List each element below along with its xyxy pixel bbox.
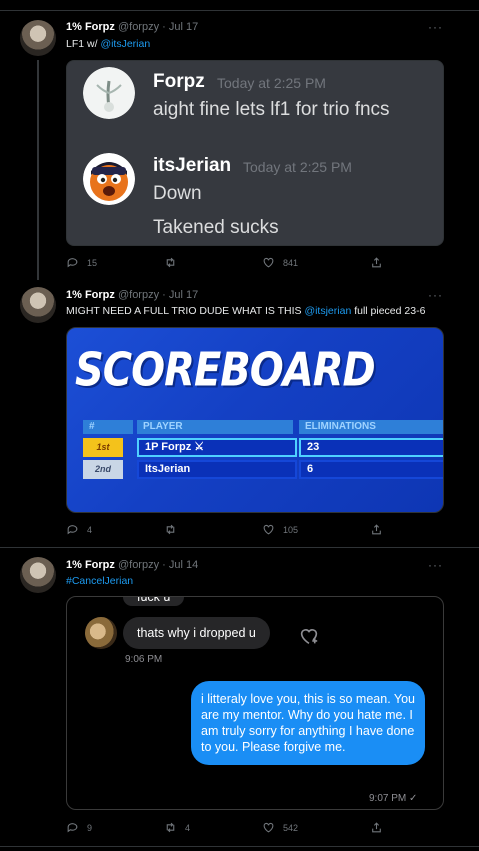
- display-name[interactable]: 1% Forpz: [66, 289, 115, 301]
- message-text: aight fine lets lf1 for trio fncs: [153, 99, 390, 120]
- tweet-header: 1% Forpz @forpzy · Jul 17: [66, 289, 198, 301]
- rank-badge: 1st: [83, 438, 123, 457]
- separator: ·: [162, 559, 166, 571]
- reply-icon: [67, 525, 78, 535]
- like-button[interactable]: 841: [262, 256, 298, 269]
- retweet-count: 4: [185, 822, 191, 833]
- message-author: Forpz: [153, 71, 205, 92]
- tweet-actions: 4 105: [66, 523, 406, 537]
- tweet-header: 1% Forpz @forpzy · Jul 17: [66, 21, 198, 33]
- tweet-divider: [0, 547, 479, 548]
- reply-count: 9: [87, 822, 93, 833]
- share-button[interactable]: [370, 523, 383, 536]
- share-button[interactable]: [370, 256, 383, 269]
- player-name: 1P Forpz ⚔: [137, 438, 297, 457]
- like-button[interactable]: 542: [262, 821, 298, 834]
- more-dots-icon[interactable]: ···: [428, 558, 443, 572]
- message-author: itsJerian: [153, 155, 232, 176]
- heart-icon: [263, 257, 274, 268]
- forpz-discord-avatar: [83, 67, 135, 119]
- display-name[interactable]: 1% Forpz: [66, 559, 115, 571]
- separator: ·: [162, 289, 166, 301]
- tweet-date[interactable]: Jul 17: [169, 21, 198, 33]
- discord-screenshot[interactable]: Forpz Today at 2:25 PM aight fine lets l…: [66, 60, 444, 246]
- avatar[interactable]: [20, 287, 56, 323]
- share-icon: [372, 822, 381, 833]
- thread-line: [37, 60, 39, 280]
- message-time: 9:07 PM ✓: [369, 793, 418, 804]
- message-time: Today at 2:25 PM: [243, 159, 352, 175]
- retweet-button[interactable]: [164, 256, 185, 269]
- heart-icon: [263, 524, 274, 535]
- handle[interactable]: @forpzy: [118, 559, 159, 571]
- sent-message: i litteraly love you, this is so mean. Y…: [191, 681, 425, 765]
- avatar[interactable]: [20, 20, 56, 56]
- avatar[interactable]: [20, 557, 56, 593]
- retweet-icon: [166, 822, 175, 833]
- rank-badge: 2nd: [83, 460, 123, 479]
- reply-icon: [67, 823, 78, 833]
- reply-button[interactable]: 9: [66, 821, 92, 834]
- tweet-text-suffix: full pieced 23-6: [351, 305, 426, 317]
- received-message: thats why i dropped u: [123, 617, 270, 649]
- tweet-text: #CancelJerian: [66, 575, 133, 587]
- tweet-actions: 9 4 542: [66, 821, 406, 835]
- imessage-screenshot[interactable]: fuck u thats why i dropped u 9:06 PM i l…: [66, 596, 444, 810]
- share-icon: [372, 257, 381, 268]
- handle[interactable]: @forpzy: [118, 289, 159, 301]
- hashtag-link[interactable]: #CancelJerian: [66, 575, 133, 587]
- tweet-header: 1% Forpz @forpzy · Jul 14: [66, 559, 198, 571]
- mention-link[interactable]: @itsJerian: [100, 38, 150, 50]
- contact-avatar: [85, 617, 117, 649]
- more-dots-icon[interactable]: ···: [428, 20, 443, 34]
- share-icon: [372, 524, 381, 535]
- reply-count: 4: [87, 524, 93, 535]
- reply-button[interactable]: 15: [66, 256, 97, 269]
- tweet-text-body: MIGHT NEED A FULL TRIO DUDE WHAT IS THIS: [66, 305, 305, 317]
- heart-icon: [263, 822, 274, 833]
- like-count: 105: [283, 524, 299, 535]
- elimination-count: 6: [299, 460, 443, 479]
- message-time: Today at 2:25 PM: [217, 75, 326, 91]
- like-count: 841: [283, 257, 299, 268]
- elimination-count: 23: [299, 438, 443, 457]
- retweet-button[interactable]: [164, 523, 185, 536]
- player-header: PLAYER: [137, 420, 293, 434]
- reply-button[interactable]: 4: [66, 523, 92, 536]
- handle[interactable]: @forpzy: [118, 21, 159, 33]
- reply-icon: [67, 258, 78, 268]
- tweet-text: MIGHT NEED A FULL TRIO DUDE WHAT IS THIS…: [66, 305, 425, 317]
- more-dots-icon[interactable]: ···: [428, 288, 443, 302]
- tweet-date[interactable]: Jul 17: [169, 289, 198, 301]
- message-text: Down: [153, 183, 202, 204]
- scoreboard-title: SCOREBOARD: [75, 344, 376, 397]
- tweet-actions: 15 841: [66, 256, 406, 270]
- player-name: ItsJerian: [137, 460, 297, 479]
- eliminations-header: ELIMINATIONS: [299, 420, 443, 434]
- cut-off-message: fuck u: [123, 597, 185, 606]
- mention-link[interactable]: @itsjerian: [304, 305, 351, 317]
- separator: ·: [162, 21, 166, 33]
- tweet-text-body: LF1 w/: [66, 38, 101, 50]
- heart-reaction-icon[interactable]: [299, 627, 319, 645]
- reply-count: 15: [87, 257, 98, 268]
- scoreboard-table: # PLAYER ELIMINATIONS 1st 1P Forpz ⚔ 23 …: [83, 420, 443, 490]
- tweet-text: LF1 w/ @itsJerian: [66, 38, 150, 50]
- display-name[interactable]: 1% Forpz: [66, 21, 115, 33]
- retweet-button[interactable]: 4: [164, 821, 190, 834]
- itsjerian-discord-avatar: [83, 153, 135, 205]
- scoreboard-image[interactable]: SCOREBOARD # PLAYER ELIMINATIONS 1st 1P …: [66, 327, 444, 513]
- message-time: 9:06 PM: [125, 654, 163, 665]
- like-count: 542: [283, 822, 299, 833]
- share-button[interactable]: [370, 821, 383, 834]
- bottom-divider: [0, 846, 479, 847]
- retweet-icon: [166, 257, 175, 268]
- retweet-icon: [166, 524, 175, 535]
- message-text: Takened sucks: [153, 217, 279, 238]
- tweet-date[interactable]: Jul 14: [169, 559, 198, 571]
- like-button[interactable]: 105: [262, 523, 298, 536]
- top-divider: [0, 10, 479, 11]
- rank-header: #: [83, 420, 133, 434]
